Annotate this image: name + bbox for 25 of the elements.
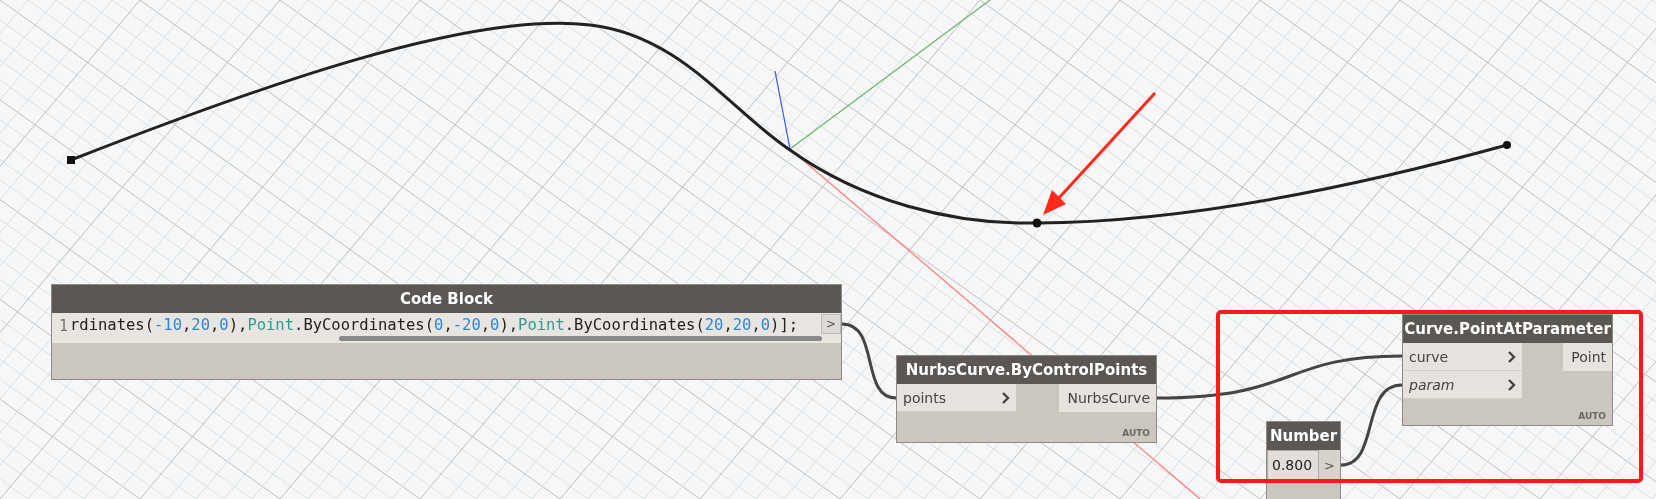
line-number: 1 xyxy=(57,316,68,337)
curve-node[interactable]: Curve.PointAtParameter curve param Point AUTO xyxy=(1402,314,1613,426)
node-title: Number xyxy=(1267,422,1340,450)
code-line: rdinates(-10,20,0),Point.ByCoordinates(0,-20,0),Point.ByCoordinates(20,20,0)]; xyxy=(70,316,799,334)
output-port[interactable]: > xyxy=(1319,450,1340,480)
nurbs-node[interactable]: NurbsCurve.ByControlPoints points NurbsCurve AUTO xyxy=(896,355,1157,443)
chevron-icon xyxy=(1508,378,1516,391)
lacing-label: AUTO xyxy=(1122,428,1150,438)
lacing-label: AUTO xyxy=(1578,411,1606,421)
input-port[interactable]: points xyxy=(897,384,1016,412)
scrollbar[interactable] xyxy=(339,336,822,341)
node-title: Code Block xyxy=(52,285,841,313)
node-title: NurbsCurve.ByControlPoints xyxy=(897,356,1156,384)
code-block-node[interactable]: Code Block 1 rdinates(-10,20,0),Point.ByCoordinates(0,-20,0),Point.ByCoordinates(20,20,0)]; > xyxy=(51,284,842,380)
output-port[interactable]: Point xyxy=(1563,343,1612,371)
number-node[interactable]: Number 0.800 > xyxy=(1266,421,1341,499)
output-port[interactable]: NurbsCurve xyxy=(1059,384,1156,412)
code-editor[interactable]: 1 rdinates(-10,20,0),Point.ByCoordinates(0,-20,0),Point.ByCoordinates(20,20,0)]; > xyxy=(52,313,841,343)
chevron-icon xyxy=(1002,391,1010,404)
chevron-icon xyxy=(1508,350,1516,363)
input-port[interactable]: curve xyxy=(1403,343,1522,371)
input-port[interactable]: param xyxy=(1403,371,1522,399)
node-title: Curve.PointAtParameter xyxy=(1403,315,1612,343)
number-field[interactable]: 0.800 xyxy=(1267,450,1319,480)
output-port[interactable]: > xyxy=(821,314,841,334)
